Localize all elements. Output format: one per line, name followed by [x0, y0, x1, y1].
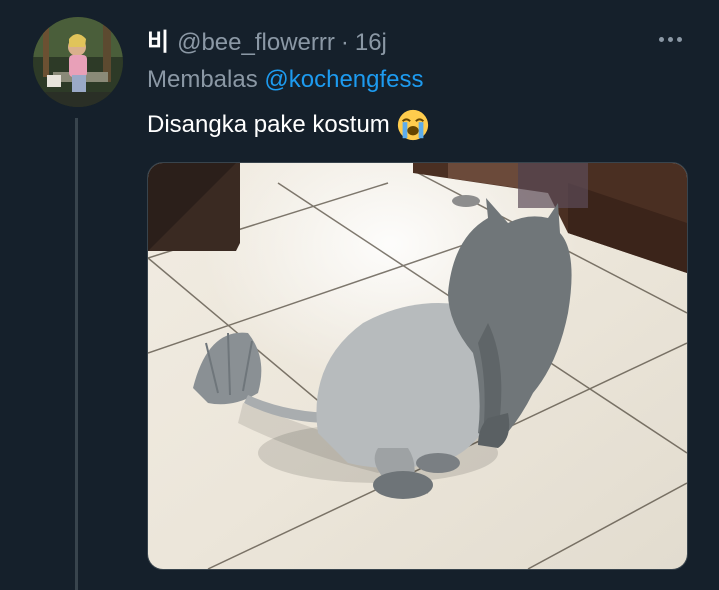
thread-connector-line	[75, 118, 78, 590]
user-handle[interactable]: @bee_flowerrr	[177, 29, 335, 57]
dot	[658, 36, 664, 42]
avatar[interactable]	[33, 17, 123, 107]
dot	[667, 36, 673, 42]
reply-mention-link[interactable]: @kochengfess	[264, 66, 423, 93]
separator-dot: ·	[340, 29, 349, 56]
tweet-text: Disangka pake kostum	[147, 108, 430, 142]
tweet-header: 비 @bee_flowerrr · 16j	[147, 22, 387, 57]
tweet-timestamp[interactable]: 16j	[355, 29, 387, 57]
more-options-icon[interactable]	[650, 28, 690, 50]
tweet-body: Disangka pake kostum	[147, 111, 390, 138]
reply-prefix: Membalas	[147, 66, 258, 93]
reply-context: Membalas @kochengfess	[147, 66, 424, 94]
loudly-crying-face-icon	[397, 109, 428, 141]
dot	[676, 36, 682, 42]
display-name[interactable]: 비	[147, 22, 169, 57]
avatar-photo	[33, 17, 123, 107]
tweet-media-image[interactable]	[147, 162, 688, 570]
cat-photo	[148, 163, 687, 569]
